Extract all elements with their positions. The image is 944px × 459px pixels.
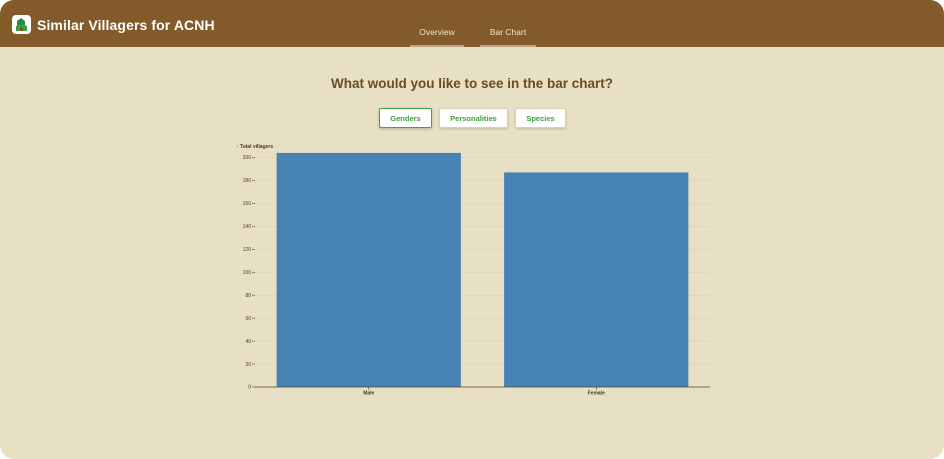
y-tick-label: 100 xyxy=(243,270,252,276)
y-tick-label: 160 xyxy=(243,201,252,207)
y-tick-label: 200 xyxy=(243,155,252,161)
y-axis-title: ↑ Total villagers xyxy=(236,144,273,150)
app-window: Similar Villagers for ACNH Overview Bar … xyxy=(0,0,944,459)
y-tick-label: 120 xyxy=(243,247,252,253)
x-tick-label: Male xyxy=(363,391,374,397)
y-tick-label: 80 xyxy=(245,293,251,299)
y-tick-label: 180 xyxy=(243,178,252,184)
y-tick-label: 40 xyxy=(245,339,251,345)
y-tick-label: 140 xyxy=(243,224,252,230)
x-tick-label: Female xyxy=(588,391,605,397)
bar-chart: ↑ Total villagers 0 20 40 60 80 100 120 140 160 1… xyxy=(236,144,710,397)
chart-bars xyxy=(276,152,689,387)
y-tick-label: 60 xyxy=(245,316,251,322)
bar-male[interactable] xyxy=(276,152,461,387)
bar-female[interactable] xyxy=(504,172,689,387)
y-tick-label: 20 xyxy=(245,362,251,368)
y-tick-label: 0 xyxy=(248,385,251,391)
